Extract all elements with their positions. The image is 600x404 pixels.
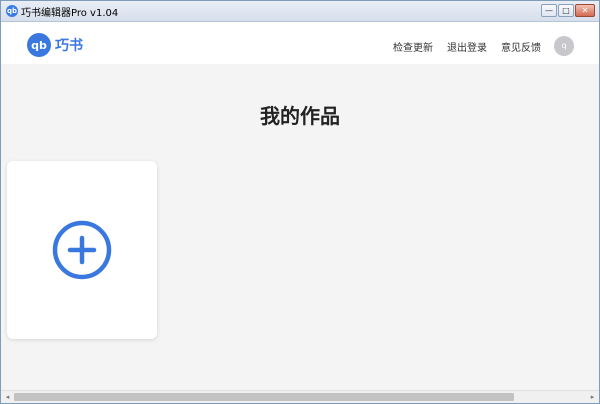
page-title: 我的作品 bbox=[260, 104, 340, 128]
check-update-link[interactable]: 检查更新 bbox=[393, 39, 433, 54]
app-icon: qb bbox=[6, 5, 18, 17]
window-title: 巧书编辑器Pro v1.04 bbox=[21, 8, 119, 19]
logo-text: 巧书 bbox=[55, 38, 83, 54]
horizontal-scrollbar[interactable]: ◂ ▸ bbox=[1, 390, 599, 403]
scrollbar-thumb[interactable] bbox=[14, 393, 514, 401]
close-button[interactable]: ✕ bbox=[575, 4, 595, 17]
title-bar[interactable]: qb 巧书编辑器Pro v1.04 — □ ✕ bbox=[1, 1, 599, 22]
app-header: qb 巧书 检查更新 退出登录 意见反馈 q bbox=[1, 22, 599, 64]
scroll-left-icon[interactable]: ◂ bbox=[1, 391, 14, 403]
window-controls: — □ ✕ bbox=[541, 4, 595, 17]
avatar[interactable]: q bbox=[554, 36, 574, 56]
plus-circle-icon bbox=[52, 220, 112, 280]
maximize-icon: □ bbox=[562, 6, 570, 15]
logout-link[interactable]: 退出登录 bbox=[447, 39, 487, 54]
close-icon: ✕ bbox=[581, 6, 589, 15]
logo-mark-text: qb bbox=[31, 39, 47, 52]
add-work-card[interactable] bbox=[7, 161, 157, 339]
scroll-right-icon[interactable]: ▸ bbox=[586, 391, 599, 403]
logo[interactable]: qb 巧书 bbox=[27, 33, 83, 57]
feedback-link[interactable]: 意见反馈 bbox=[501, 39, 541, 54]
minimize-button[interactable]: — bbox=[541, 4, 557, 17]
main-content: 我的作品 bbox=[1, 64, 599, 390]
minimize-icon: — bbox=[545, 6, 553, 15]
logo-icon: qb bbox=[27, 33, 51, 57]
app-window: qb 巧书编辑器Pro v1.04 — □ ✕ qb 巧书 检查更新 退出登录 … bbox=[0, 0, 600, 404]
maximize-button[interactable]: □ bbox=[558, 4, 574, 17]
